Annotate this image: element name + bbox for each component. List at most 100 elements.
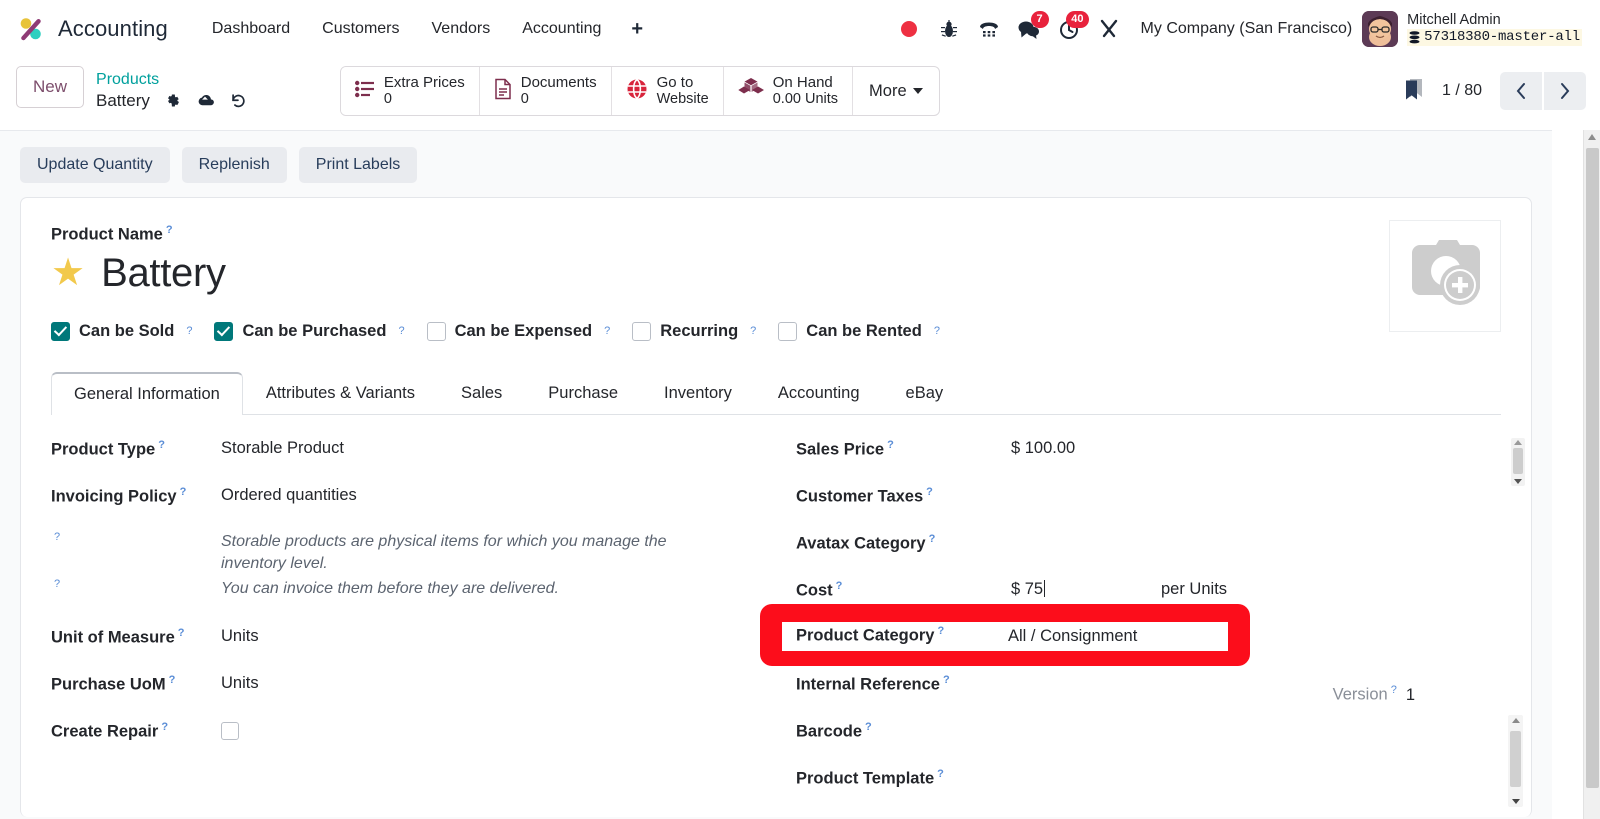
field-help-icon[interactable]: ? bbox=[166, 224, 173, 236]
star-filled-icon[interactable]: ★ bbox=[51, 254, 85, 292]
tabs-scrollbar[interactable] bbox=[1511, 438, 1525, 486]
field-value[interactable]: Units bbox=[221, 672, 259, 693]
field-value[interactable] bbox=[1011, 672, 1251, 694]
checkbox-box[interactable] bbox=[632, 321, 652, 341]
field-value[interactable]: Ordered quantities bbox=[221, 484, 357, 505]
record-dot-icon[interactable] bbox=[889, 9, 929, 49]
scroll-down-arrow-icon[interactable] bbox=[1511, 799, 1520, 804]
checkbox-box[interactable] bbox=[214, 321, 234, 341]
checkbox-can-be-rented[interactable]: Can be Rented? bbox=[778, 321, 940, 341]
user-menu[interactable]: Mitchell Admin 57318380-master-all bbox=[1362, 11, 1586, 47]
smart-button-documents[interactable]: Documents 0 bbox=[479, 67, 612, 115]
field-value[interactable] bbox=[1011, 484, 1251, 506]
highlighted-product-category-field[interactable]: Product Category? All / Consignment bbox=[796, 625, 1137, 646]
field-help-icon[interactable]: ? bbox=[887, 439, 894, 451]
checkbox-can-be-purchased[interactable]: Can be Purchased? bbox=[214, 321, 405, 341]
breadcrumb-products[interactable]: Products bbox=[96, 71, 248, 90]
sheet-scrollbar[interactable] bbox=[1508, 715, 1523, 807]
tab-ebay[interactable]: eBay bbox=[883, 372, 967, 415]
discard-undo-icon[interactable] bbox=[229, 92, 248, 110]
scroll-up-arrow-icon[interactable] bbox=[1511, 718, 1520, 723]
field-value[interactable]: Units bbox=[221, 625, 259, 646]
bookmark-icon[interactable] bbox=[1404, 77, 1424, 106]
activities-clock-icon[interactable]: 40 bbox=[1049, 9, 1089, 49]
field-help-icon[interactable]: ? bbox=[929, 533, 936, 545]
bug-icon[interactable] bbox=[929, 9, 969, 49]
scroll-thumb[interactable] bbox=[1510, 731, 1521, 787]
cloud-upload-icon[interactable] bbox=[195, 92, 215, 109]
smart-button-extra-prices[interactable]: Extra Prices 0 bbox=[340, 67, 480, 115]
tab-general-information[interactable]: General Information bbox=[51, 371, 243, 415]
smart-button-label: Documents bbox=[520, 73, 597, 91]
tab-accounting[interactable]: Accounting bbox=[755, 372, 883, 415]
field-help-icon[interactable]: ? bbox=[180, 486, 187, 498]
field-value[interactable]: Storable Product bbox=[221, 437, 344, 458]
checkbox-can-be-expensed[interactable]: Can be Expensed? bbox=[426, 321, 610, 341]
field-value[interactable]: All / Consignment bbox=[1008, 627, 1137, 646]
tab-sales[interactable]: Sales bbox=[438, 372, 525, 415]
company-selector[interactable]: My Company (San Francisco) bbox=[1141, 20, 1353, 38]
pager-previous-button[interactable] bbox=[1500, 72, 1542, 110]
page-scrollbar[interactable] bbox=[1583, 130, 1600, 819]
page-title[interactable]: Battery bbox=[101, 251, 226, 296]
field-help-icon[interactable]: ? bbox=[937, 625, 944, 637]
pager-counter[interactable]: 1 / 80 bbox=[1442, 82, 1482, 100]
gear-icon[interactable] bbox=[164, 92, 181, 109]
more-smart-buttons-dropdown[interactable]: More bbox=[853, 67, 939, 115]
field-help-icon[interactable]: ? bbox=[604, 325, 610, 337]
field-help-icon[interactable]: ? bbox=[1391, 684, 1397, 696]
scroll-up-arrow-icon[interactable] bbox=[1588, 134, 1596, 140]
field-value[interactable] bbox=[1011, 766, 1251, 788]
field-help-icon[interactable]: ? bbox=[934, 325, 940, 337]
messages-icon[interactable]: 7 bbox=[1009, 9, 1049, 49]
smart-button-go-to-website[interactable]: Go to Website bbox=[611, 67, 724, 115]
field-help-icon[interactable]: ? bbox=[937, 768, 944, 780]
update-quantity-button[interactable]: Update Quantity bbox=[20, 147, 170, 183]
field-value[interactable]: $ 75 bbox=[1011, 578, 1161, 599]
dialpad-phone-icon[interactable] bbox=[969, 9, 1009, 49]
print-labels-button[interactable]: Print Labels bbox=[298, 147, 418, 183]
field-help-icon[interactable]: ? bbox=[158, 439, 165, 451]
menu-item-vendors[interactable]: Vendors bbox=[416, 12, 507, 46]
brand-area[interactable]: Accounting bbox=[16, 14, 168, 44]
pager-next-button[interactable] bbox=[1544, 72, 1586, 110]
scroll-thumb[interactable] bbox=[1513, 448, 1523, 474]
checkbox-box[interactable] bbox=[778, 321, 798, 341]
tools-wrench-icon[interactable] bbox=[1089, 9, 1129, 49]
field-help-icon[interactable]: ? bbox=[54, 578, 60, 590]
field-value[interactable] bbox=[1011, 719, 1251, 741]
tab-attributes-variants[interactable]: Attributes & Variants bbox=[243, 372, 438, 415]
menu-item-customers[interactable]: Customers bbox=[306, 12, 415, 46]
field-help-icon[interactable]: ? bbox=[169, 674, 176, 686]
field-help-icon[interactable]: ? bbox=[178, 627, 185, 639]
field-help-icon[interactable]: ? bbox=[54, 531, 60, 543]
menu-item-dashboard[interactable]: Dashboard bbox=[196, 12, 306, 46]
smart-button-on-hand[interactable]: On Hand 0.00 Units bbox=[723, 67, 854, 115]
scroll-thumb[interactable] bbox=[1586, 148, 1599, 788]
product-image-placeholder[interactable] bbox=[1389, 220, 1501, 332]
checkbox-box[interactable] bbox=[51, 321, 70, 341]
checkbox-box[interactable] bbox=[426, 321, 446, 341]
field-help-icon[interactable]: ? bbox=[943, 674, 950, 686]
tab-inventory[interactable]: Inventory bbox=[641, 372, 755, 415]
tab-purchase[interactable]: Purchase bbox=[525, 372, 641, 415]
replenish-button[interactable]: Replenish bbox=[181, 147, 287, 183]
create-repair-checkbox[interactable] bbox=[221, 721, 239, 740]
navbar-systray: 7 40 My Company (San Francisco) Mitchell… bbox=[889, 9, 1586, 49]
field-value[interactable] bbox=[1011, 531, 1251, 553]
menu-item-accounting[interactable]: Accounting bbox=[506, 12, 617, 46]
add-menu-plus-icon[interactable]: + bbox=[617, 12, 657, 47]
field-help-icon[interactable]: ? bbox=[398, 325, 404, 337]
field-help-icon[interactable]: ? bbox=[836, 580, 843, 592]
field-help-icon[interactable]: ? bbox=[186, 325, 192, 337]
scroll-up-arrow-icon[interactable] bbox=[1514, 440, 1522, 445]
new-button[interactable]: New bbox=[16, 66, 85, 108]
field-help-icon[interactable]: ? bbox=[750, 325, 756, 337]
field-help-icon[interactable]: ? bbox=[161, 721, 168, 733]
field-help-icon[interactable]: ? bbox=[865, 721, 872, 733]
checkbox-recurring[interactable]: Recurring? bbox=[632, 321, 756, 341]
field-value[interactable]: $ 100.00 bbox=[1011, 437, 1161, 458]
scroll-down-arrow-icon[interactable] bbox=[1514, 479, 1522, 484]
checkbox-can-be-sold[interactable]: Can be Sold? bbox=[51, 321, 192, 341]
field-help-icon[interactable]: ? bbox=[926, 486, 933, 498]
